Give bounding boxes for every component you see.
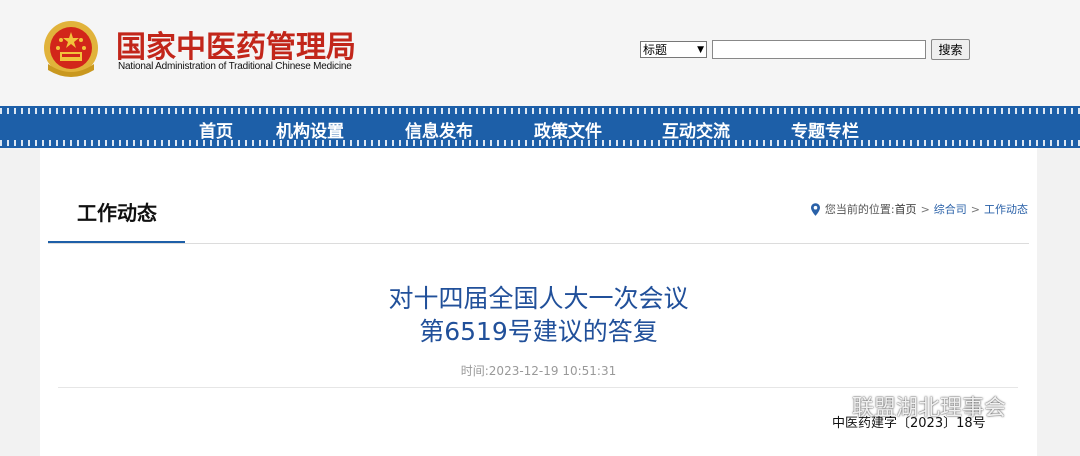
site-subtitle: National Administration of Traditional C… — [118, 61, 352, 72]
breadcrumb: 您当前的位置: 首页 > 综合司 > 工作动态 — [810, 201, 1028, 217]
nav-items: 首页 机构设置 信息发布 政策文件 互动交流 专题专栏 — [0, 114, 1080, 142]
breadcrumb-separator: > — [920, 202, 930, 216]
breadcrumb-prefix: 您当前的位置: — [824, 203, 895, 216]
article-title-line-2: 第6519号建议的答复 — [419, 317, 658, 346]
watermark-text: 联盟湖北理事会 — [852, 396, 1007, 421]
section-title-underline — [48, 241, 185, 243]
breadcrumb-item-home[interactable]: 首页 — [895, 201, 917, 217]
breadcrumb-separator: > — [970, 202, 980, 216]
search-field-select-value: 标题 — [643, 43, 668, 57]
site-title: 国家中医药管理局 — [116, 30, 356, 65]
chevron-down-icon: ▼ — [697, 44, 704, 55]
nav-item-information[interactable]: 信息发布 — [405, 117, 473, 142]
nav-item-policy-documents[interactable]: 政策文件 — [534, 117, 602, 142]
search-input[interactable] — [712, 40, 926, 59]
article-title-line-1: 对十四届全国人大一次会议 — [388, 284, 689, 313]
nav-item-special-topics[interactable]: 专题专栏 — [791, 117, 859, 142]
site-header: 国家中医药管理局 National Administration of Trad… — [0, 0, 1080, 106]
breadcrumb-item-work-news[interactable]: 工作动态 — [984, 201, 1028, 217]
article-publish-time: 时间:2023-12-19 10:51:31 — [460, 364, 617, 378]
nav-item-home[interactable]: 首页 — [199, 117, 233, 142]
national-emblem-icon[interactable] — [40, 18, 102, 82]
search-field-select[interactable]: 标题 ▼ — [640, 41, 707, 58]
section-title: 工作动态 — [77, 201, 157, 225]
search-button[interactable]: 搜索 — [931, 39, 970, 60]
article-meta-divider — [58, 387, 1018, 388]
article-title: 对十四届全国人大一次会议 第6519号建议的答复 — [40, 282, 1037, 348]
breadcrumb-item-general-office[interactable]: 综合司 — [934, 201, 967, 217]
nav-item-organization[interactable]: 机构设置 — [276, 117, 344, 142]
nav-item-interaction[interactable]: 互动交流 — [662, 117, 730, 142]
location-pin-icon — [810, 202, 820, 216]
section-divider — [48, 243, 1029, 244]
main-nav: 首页 机构设置 信息发布 政策文件 互动交流 专题专栏 — [0, 106, 1080, 148]
wechat-watermark: 联盟湖北理事会 — [810, 390, 1006, 422]
wechat-icon — [811, 394, 843, 417]
